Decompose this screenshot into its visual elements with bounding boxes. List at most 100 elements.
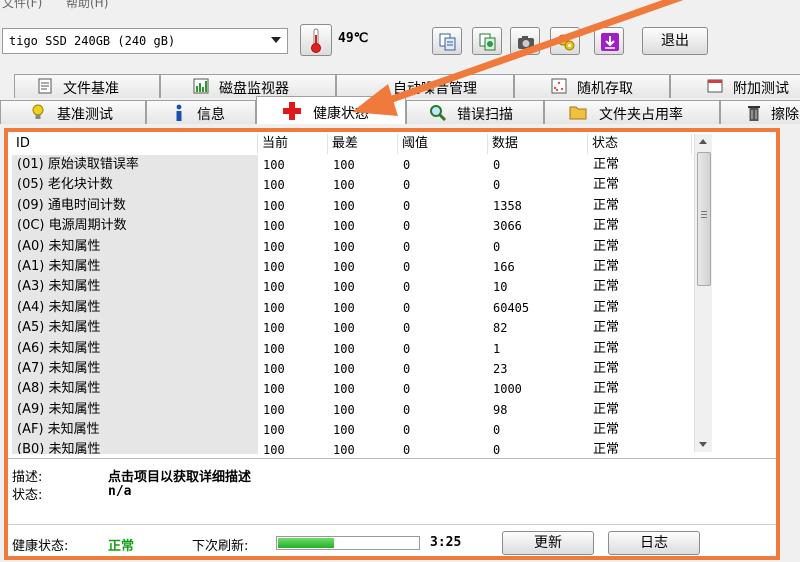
table-row[interactable]: (B0) 未知属性 100 100 0 0 正常 [12,440,692,454]
cell-worst: 100 [333,361,355,376]
table-row[interactable]: (A3) 未知属性 100 100 0 10 正常 [12,277,692,298]
table-row[interactable]: (05) 老化块计数 100 100 0 0 正常 [12,175,692,196]
table-row[interactable]: (A7) 未知属性 100 100 0 23 正常 [12,358,692,380]
refresh-progress-fill [278,538,334,548]
lightbulb-icon [32,104,44,119]
tab-label: 信息 [197,107,225,123]
cell-threshold: 0 [403,321,411,336]
update-button[interactable]: 更新 [502,531,594,555]
scrollbar-thumb[interactable] [697,152,711,286]
tab-file-benchmark[interactable]: 文件基准 [14,74,160,98]
cell-current: 100 [263,300,285,315]
cell-id: (A5) 未知属性 [12,318,258,339]
table-row[interactable]: (01) 原始读取错误率 100 100 0 0 正常 [12,155,692,176]
table-header: ID 当前 最差 阈值 数据 状态 [12,134,692,154]
exit-button[interactable]: 退出 [642,27,708,55]
status-label: 状态: [12,488,43,503]
log-button[interactable]: 日志 [608,531,700,555]
cell-status: 正常 [593,238,620,254]
cell-status: 正常 [593,442,620,454]
cell-data: 1 [493,341,501,356]
table-row[interactable]: (A8) 未知属性 100 100 0 1000 正常 [12,379,692,400]
cell-current: 100 [263,259,285,274]
save-screenshot-button[interactable] [510,27,540,55]
cell-current: 100 [263,219,285,234]
table-row[interactable]: (A5) 未知属性 100 100 0 82 正常 [12,318,692,339]
table-row[interactable]: (A9) 未知属性 100 100 0 98 正常 [12,399,692,421]
tab-error-scan[interactable]: 错误扫描 [406,100,544,124]
tab-benchmark[interactable]: 基准测试 [0,100,146,124]
cell-id: (A3) 未知属性 [12,277,258,298]
column-header-worst[interactable]: 最差 [328,134,398,154]
cell-worst: 100 [333,239,355,254]
cell-current: 100 [263,423,285,438]
cell-id: (A7) 未知属性 [12,358,258,380]
cell-id: (A4) 未知属性 [12,297,258,319]
tab-random-access[interactable]: 随机存取 [514,74,670,98]
copy-text-button[interactable] [432,27,462,55]
tab-aam[interactable]: 自动噪音管理 [336,74,514,98]
cell-current: 100 [263,158,285,172]
tab-erase[interactable]: 擦除 [720,100,800,124]
gears-icon [557,34,575,51]
options-button[interactable] [550,27,580,55]
tab-disk-monitor[interactable]: 磁盘监视器 [160,74,336,98]
copy-screenshot-button[interactable] [472,27,502,55]
cell-data: 1000 [493,382,522,397]
cell-current: 100 [263,402,285,417]
cell-current: 100 [263,178,285,193]
cell-worst: 100 [333,300,355,315]
cell-threshold: 0 [403,300,411,315]
download-button[interactable] [594,27,624,55]
temperature-button[interactable] [300,24,332,56]
document-icon [38,78,52,94]
tab-health[interactable]: 健康状态 [256,96,406,124]
cell-status: 正常 [593,320,620,336]
cell-worst: 100 [333,158,355,172]
drive-select[interactable]: tigo SSD 240GB (240 gB) [2,28,288,54]
cell-current: 100 [263,382,285,397]
table-row[interactable]: (AF) 未知属性 100 100 0 0 正常 [12,420,692,441]
cell-id: (A9) 未知属性 [12,399,258,421]
column-header-data[interactable]: 数据 [488,134,588,154]
red-cross-icon [283,102,301,120]
camera-icon [518,36,534,49]
cell-threshold: 0 [403,158,411,172]
column-header-current[interactable]: 当前 [258,134,328,154]
column-header-id[interactable]: ID [12,134,258,154]
scatter-icon [551,78,567,94]
table-row[interactable]: (A6) 未知属性 100 100 0 1 正常 [12,338,692,359]
table-scrollbar[interactable] [694,134,712,452]
bar-chart-icon [193,78,209,94]
column-header-threshold[interactable]: 阈值 [398,134,488,154]
cell-worst: 100 [333,341,355,356]
scroll-up-arrow-icon[interactable] [699,139,707,144]
cell-current: 100 [263,280,285,295]
smart-attribute-table[interactable]: ID 当前 最差 阈值 数据 状态 (01) 原始读取错误率 100 100 0 0 正常… [12,134,692,454]
menu-file[interactable]: 文件(F) [2,0,42,11]
health-status-label: 健康状态: [12,539,69,554]
column-header-status[interactable]: 状态 [588,134,692,154]
menu-help[interactable]: 帮助(H) [66,0,108,11]
cell-current: 100 [263,198,285,213]
scroll-down-arrow-icon[interactable] [699,442,707,447]
trash-icon [748,106,760,121]
tab-info[interactable]: 信息 [146,100,256,124]
table-row[interactable]: (A4) 未知属性 100 100 0 60405 正常 [12,297,692,319]
cell-threshold: 0 [403,423,411,438]
table-row[interactable]: (A0) 未知属性 100 100 0 0 正常 [12,236,692,257]
cell-status: 正常 [593,197,620,213]
table-row[interactable]: (A1) 未知属性 100 100 0 166 正常 [12,256,692,278]
table-row[interactable]: (0C) 电源周期计数 100 100 0 3066 正常 [12,216,692,237]
cell-id: (B0) 未知属性 [12,440,258,454]
tab-extra-tests[interactable]: 附加测试 [670,74,800,98]
cell-data: 10 [493,280,508,295]
tab-folder-usage[interactable]: 文件夹占用率 [544,100,720,124]
table-row[interactable]: (09) 通电时间计数 100 100 0 1358 正常 [12,195,692,217]
cell-data: 3066 [493,219,522,234]
cell-data: 0 [493,158,501,172]
cell-data: 1358 [493,198,522,213]
cell-status: 正常 [593,258,620,274]
drive-select-value: tigo SSD 240GB (240 gB) [9,34,176,48]
cell-status: 正常 [593,422,620,438]
